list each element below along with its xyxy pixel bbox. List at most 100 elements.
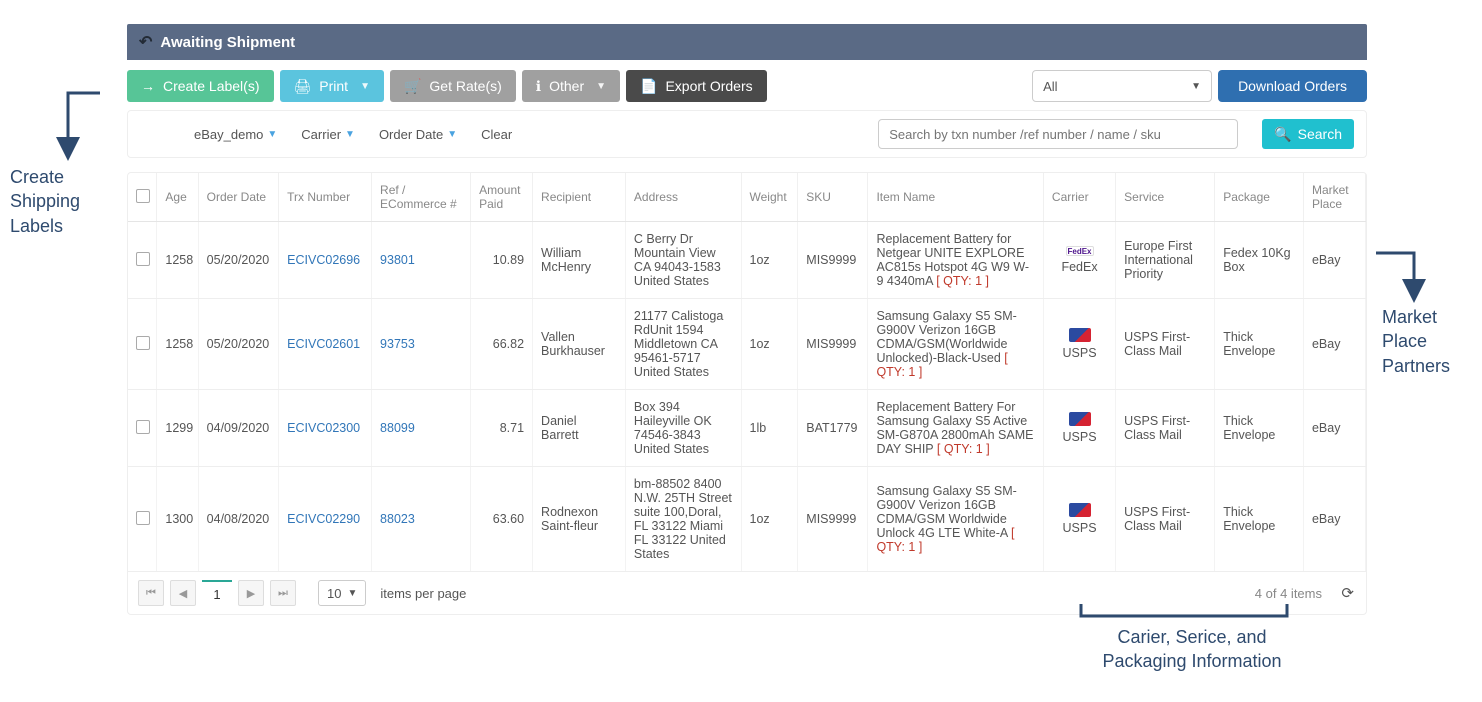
items-count: 4 of 4 items [1255, 586, 1322, 601]
callout-carrier: Carier, Serice, and Packaging Informatio… [1082, 625, 1302, 674]
row-checkbox[interactable] [136, 336, 150, 350]
arrow-icon [60, 85, 150, 165]
col-market[interactable]: Market Place [1303, 173, 1365, 222]
refresh-icon[interactable]: ⟳ [1341, 584, 1354, 602]
filter-store[interactable]: eBay_demo ▼ [194, 127, 277, 142]
col-order-date[interactable]: Order Date [198, 173, 279, 222]
caret-down-icon: ▼ [360, 81, 370, 92]
cell-trx[interactable]: ECIVC02290 [279, 467, 372, 572]
col-ref[interactable]: Ref / ECommerce # [372, 173, 471, 222]
filter-clear[interactable]: Clear [481, 127, 512, 142]
other-label: Other [549, 78, 584, 94]
caret-down-icon: ▼ [447, 129, 457, 140]
caret-down-icon: ▼ [596, 81, 606, 92]
cell-sku: BAT1779 [798, 390, 868, 467]
cell-recipient: William McHenry [533, 222, 626, 299]
table-row[interactable]: 125805/20/2020ECIVC026969380110.89Willia… [128, 222, 1366, 299]
filter-carrier[interactable]: Carrier ▼ [301, 127, 355, 142]
download-orders-button[interactable]: Download Orders [1218, 70, 1367, 102]
cell-weight: 1oz [741, 467, 798, 572]
pager-next[interactable]: ▶ [238, 580, 264, 606]
cart-icon: 🛒 [404, 78, 421, 95]
undo-icon[interactable]: ↶ [139, 32, 152, 52]
cell-age: 1300 [157, 467, 198, 572]
callout-labels: Create Shipping Labels [10, 165, 80, 238]
toolbar: → Create Label(s) 🖨 Print ▼ 🛒 Get Rate(s… [127, 60, 1367, 108]
export-orders-button[interactable]: 📄 Export Orders [626, 70, 767, 102]
cell-service: USPS First-Class Mail [1116, 390, 1215, 467]
cell-ref[interactable]: 88023 [372, 467, 471, 572]
filter-store-label: eBay_demo [194, 127, 263, 142]
titlebar: ↶ Awaiting Shipment [127, 24, 1367, 60]
cell-ref[interactable]: 88099 [372, 390, 471, 467]
row-checkbox[interactable] [136, 511, 150, 525]
cell-order-date: 04/09/2020 [198, 390, 279, 467]
cell-ref[interactable]: 93801 [372, 222, 471, 299]
cell-address: Box 394 Haileyville OK 74546-3843 United… [625, 390, 741, 467]
caret-down-icon: ▼ [345, 129, 355, 140]
cell-item: Samsung Galaxy S5 SM-G900V Verizon 16GB … [868, 299, 1043, 390]
cell-amount: 8.71 [471, 390, 533, 467]
col-weight[interactable]: Weight [741, 173, 798, 222]
page-title: Awaiting Shipment [160, 34, 295, 51]
per-page-value: 10 [327, 586, 341, 601]
arrow-icon [1372, 245, 1442, 305]
row-checkbox[interactable] [136, 420, 150, 434]
per-page-select[interactable]: 10 ▼ [318, 580, 366, 606]
cell-amount: 66.82 [471, 299, 533, 390]
cell-recipient: Vallen Burkhauser [533, 299, 626, 390]
col-carrier[interactable]: Carrier [1043, 173, 1115, 222]
qty-badge: [ QTY: 1 ] [937, 442, 990, 456]
cell-market: eBay [1303, 222, 1365, 299]
col-item[interactable]: Item Name [868, 173, 1043, 222]
header-checkbox[interactable] [128, 173, 157, 222]
cell-address: C Berry Dr Mountain View CA 94043-1583 U… [625, 222, 741, 299]
other-button[interactable]: ℹ Other ▼ [522, 70, 620, 102]
cell-age: 1299 [157, 390, 198, 467]
caret-down-icon: ▼ [1191, 81, 1201, 92]
cell-service: USPS First-Class Mail [1116, 299, 1215, 390]
print-button[interactable]: 🖨 Print ▼ [280, 70, 384, 102]
cell-order-date: 05/20/2020 [198, 299, 279, 390]
col-age[interactable]: Age [157, 173, 198, 222]
table-row[interactable]: 129904/09/2020ECIVC02300880998.71Daniel … [128, 390, 1366, 467]
col-recipient[interactable]: Recipient [533, 173, 626, 222]
col-service[interactable]: Service [1116, 173, 1215, 222]
cell-amount: 63.60 [471, 467, 533, 572]
col-address[interactable]: Address [625, 173, 741, 222]
qty-badge: [ QTY: 1 ] [936, 274, 989, 288]
search-input[interactable] [878, 119, 1238, 149]
search-button[interactable]: 🔍 Search [1262, 119, 1354, 149]
filter-all-select[interactable]: All ▼ [1032, 70, 1212, 102]
pager-page[interactable]: 1 [202, 580, 232, 606]
cell-order-date: 05/20/2020 [198, 222, 279, 299]
cell-weight: 1lb [741, 390, 798, 467]
pager-last[interactable]: ⏭ [270, 580, 296, 606]
usps-icon [1069, 328, 1091, 342]
file-icon: 📄 [640, 78, 657, 95]
row-checkbox[interactable] [136, 252, 150, 266]
pager-first[interactable]: ⏮ [138, 580, 164, 606]
cell-package: Thick Envelope [1215, 390, 1304, 467]
pager-prev[interactable]: ◀ [170, 580, 196, 606]
cell-carrier: USPS [1043, 299, 1115, 390]
export-label: Export Orders [665, 78, 752, 94]
cell-trx[interactable]: ECIVC02601 [279, 299, 372, 390]
search-button-label: Search [1298, 126, 1342, 142]
cell-trx[interactable]: ECIVC02696 [279, 222, 372, 299]
cell-carrier: USPS [1043, 390, 1115, 467]
cell-weight: 1oz [741, 222, 798, 299]
col-trx[interactable]: Trx Number [279, 173, 372, 222]
col-amount[interactable]: Amount Paid [471, 173, 533, 222]
cell-ref[interactable]: 93753 [372, 299, 471, 390]
qty-badge: [ QTY: 1 ] [876, 526, 1014, 554]
cell-trx[interactable]: ECIVC02300 [279, 390, 372, 467]
table-row[interactable]: 125805/20/2020ECIVC026019375366.82Vallen… [128, 299, 1366, 390]
cell-age: 1258 [157, 222, 198, 299]
table-row[interactable]: 130004/08/2020ECIVC022908802363.60Rodnex… [128, 467, 1366, 572]
get-rates-button[interactable]: 🛒 Get Rate(s) [390, 70, 516, 102]
cell-sku: MIS9999 [798, 299, 868, 390]
filter-orderdate[interactable]: Order Date ▼ [379, 127, 457, 142]
col-sku[interactable]: SKU [798, 173, 868, 222]
col-package[interactable]: Package [1215, 173, 1304, 222]
